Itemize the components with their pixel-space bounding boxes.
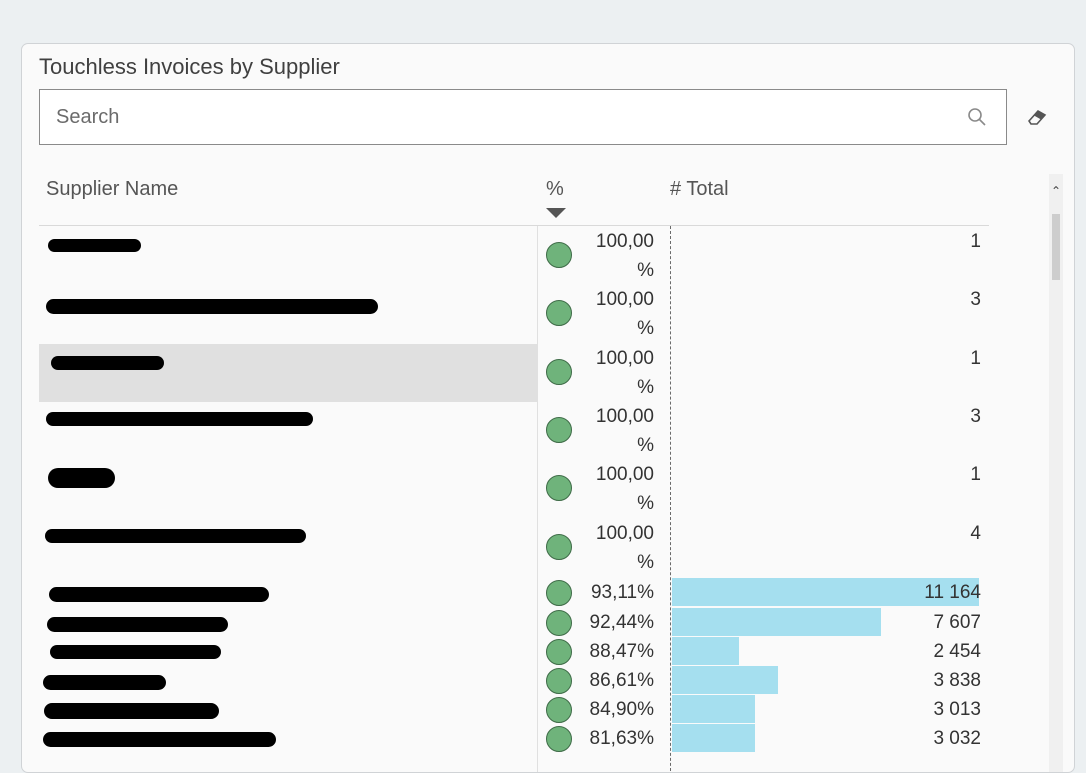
total-bar (672, 608, 881, 636)
search-box (39, 89, 1007, 145)
percent-unit: % (637, 260, 654, 281)
total-value: 3 838 (933, 670, 981, 691)
table-row[interactable]: 100,00% 3 (39, 285, 989, 343)
header-divider (39, 225, 989, 226)
redacted-supplier-name (43, 675, 166, 690)
percent-value: 93,11% (590, 582, 654, 603)
table-row[interactable]: 81,63% 3 032 (39, 724, 989, 753)
column-header-percent[interactable]: % (546, 178, 564, 201)
percent-value: 100,00 (595, 406, 654, 427)
scroll-up-icon[interactable]: ⌃ (1049, 184, 1063, 198)
table-row[interactable]: 88,47% 2 454 (39, 637, 989, 666)
total-value: 3 (970, 289, 981, 310)
percent-value: 84,90% (589, 699, 654, 720)
search-input[interactable] (40, 90, 940, 144)
percent-unit: % (637, 377, 654, 398)
green-circle-icon (546, 359, 572, 385)
percent-unit: % (637, 435, 654, 456)
redacted-supplier-name (48, 468, 115, 488)
total-value: 3 032 (933, 728, 981, 749)
sort-descending-icon (546, 208, 566, 218)
total-value: 3 013 (933, 699, 981, 720)
touchless-invoices-visual: Touchless Invoices by Supplier Supplier … (21, 43, 1075, 773)
redacted-supplier-name (51, 356, 164, 370)
total-bar (672, 666, 778, 694)
total-value: 1 (970, 231, 981, 252)
scroll-thumb[interactable] (1052, 214, 1060, 280)
redacted-supplier-name (48, 239, 141, 252)
total-value: 11 164 (924, 582, 981, 603)
redacted-supplier-name (45, 529, 306, 543)
percent-value: 81,63% (589, 728, 654, 749)
table-row[interactable]: 100,00% 1 (39, 227, 989, 285)
bar-axis-line (670, 226, 671, 772)
eraser-icon[interactable] (1025, 106, 1049, 128)
green-circle-icon (546, 668, 572, 694)
total-bar (672, 637, 739, 665)
table-row[interactable]: 100,00% 4 (39, 519, 989, 577)
green-circle-icon (546, 639, 572, 665)
green-circle-icon (546, 726, 572, 752)
percent-value: 92,44% (589, 612, 654, 633)
redacted-supplier-name (43, 732, 276, 747)
search-icon[interactable] (966, 106, 988, 128)
redacted-supplier-name (46, 412, 313, 426)
percent-value: 100,00 (595, 523, 654, 544)
vertical-scrollbar[interactable]: ⌃ (1049, 174, 1063, 772)
total-value: 4 (970, 523, 981, 544)
percent-unit: % (637, 318, 654, 339)
table-row[interactable]: 92,44% 7 607 (39, 608, 989, 637)
percent-value: 100,00 (595, 289, 654, 310)
redacted-supplier-name (46, 299, 378, 314)
row-selection-highlight (39, 344, 537, 402)
total-value: 1 (970, 348, 981, 369)
total-bar (672, 724, 755, 752)
redacted-supplier-name (44, 703, 219, 719)
percent-unit: % (637, 552, 654, 573)
total-value: 3 (970, 406, 981, 427)
percent-unit: % (637, 493, 654, 514)
green-circle-icon (546, 697, 572, 723)
column-header-total[interactable]: # Total (670, 178, 729, 201)
percent-value: 100,00 (595, 348, 654, 369)
column-header-supplier-name[interactable]: Supplier Name (46, 178, 178, 201)
green-circle-icon (546, 242, 572, 268)
table-row[interactable]: 86,61% 3 838 (39, 666, 989, 695)
green-circle-icon (546, 300, 572, 326)
total-bar (672, 695, 755, 723)
green-circle-icon (546, 580, 572, 606)
green-circle-icon (546, 534, 572, 560)
table-row[interactable]: 100,00% 1 (39, 344, 989, 402)
green-circle-icon (546, 475, 572, 501)
percent-value: 88,47% (589, 641, 654, 662)
total-value: 2 454 (933, 641, 981, 662)
green-circle-icon (546, 610, 572, 636)
percent-value: 100,00 (595, 231, 654, 252)
redacted-supplier-name (49, 587, 269, 602)
redacted-supplier-name (47, 617, 228, 632)
redacted-supplier-name (50, 645, 221, 659)
total-value: 7 607 (933, 612, 981, 633)
visual-title: Touchless Invoices by Supplier (39, 54, 340, 79)
green-circle-icon (546, 417, 572, 443)
percent-value: 86,61% (589, 670, 654, 691)
percent-value: 100,00 (595, 464, 654, 485)
table-row[interactable]: 93,11% 11 164 (39, 578, 989, 607)
table-row[interactable]: 100,00% 3 (39, 402, 989, 460)
total-value: 1 (970, 464, 981, 485)
table-row[interactable]: 100,00% 1 (39, 460, 989, 518)
table-row[interactable]: 84,90% 3 013 (39, 695, 989, 724)
